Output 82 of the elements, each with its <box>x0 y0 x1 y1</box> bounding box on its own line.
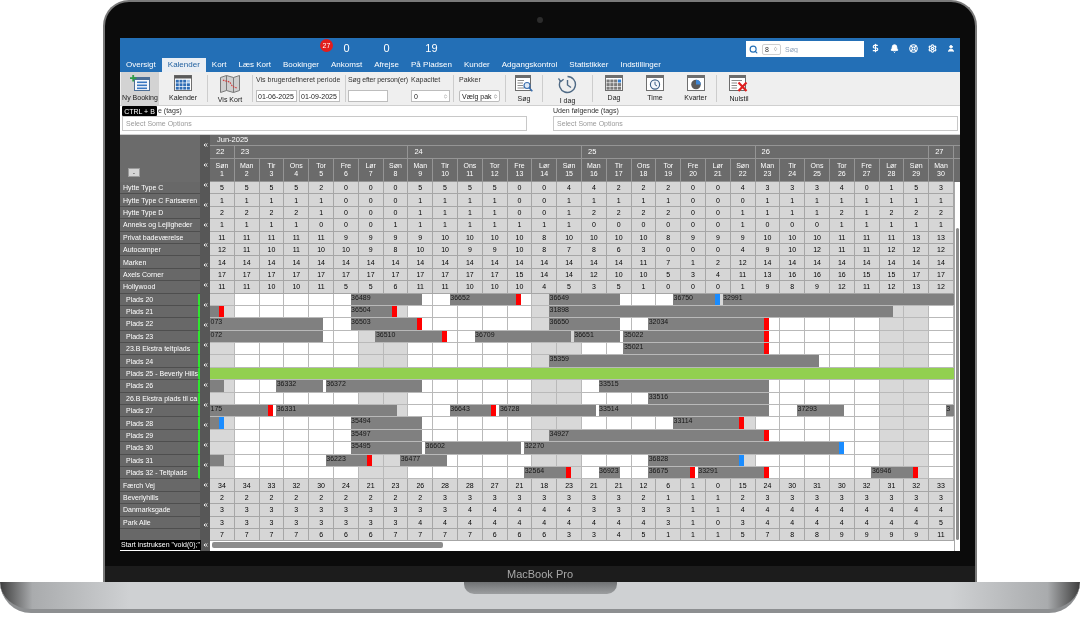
nav-tab[interactable]: Kalender <box>161 58 206 72</box>
double-chevron-left-icon <box>201 242 209 248</box>
search-icon[interactable] <box>749 44 758 54</box>
booking-bar[interactable] <box>425 454 447 466</box>
spinner-icon <box>443 92 448 100</box>
camera-icon <box>537 17 543 23</box>
booking-bar[interactable] <box>821 405 844 417</box>
double-chevron-left-icon <box>201 162 209 168</box>
nav-tab[interactable]: Statistikker <box>563 58 615 72</box>
user-icon[interactable] <box>947 43 955 53</box>
double-chevron-left-icon <box>201 142 209 148</box>
booking-bar[interactable] <box>210 454 224 466</box>
double-chevron-left-icon <box>201 302 209 308</box>
booking-bar[interactable] <box>747 405 770 417</box>
lifebuoy-icon[interactable] <box>909 43 918 53</box>
nav-tab[interactable]: Indstillinger <box>614 58 667 72</box>
scrollbar-thumb[interactable] <box>212 542 443 549</box>
double-chevron-left-icon <box>201 482 209 488</box>
count-text: 0 <box>343 42 350 54</box>
settings-icon[interactable] <box>928 43 937 53</box>
nav-tab[interactable]: Ankomst <box>325 58 369 72</box>
double-chevron-left-icon <box>201 462 209 468</box>
double-chevron-left-icon <box>201 222 209 228</box>
dollar-icon[interactable] <box>871 43 880 53</box>
booking-bar[interactable] <box>350 454 368 466</box>
folded-map-icon <box>220 75 240 93</box>
double-chevron-left-icon <box>201 522 209 528</box>
double-chevron-left-icon <box>201 202 209 208</box>
booking-bar[interactable] <box>400 293 422 305</box>
booking-bar[interactable] <box>598 293 621 305</box>
nav-tab[interactable]: På Pladsen <box>405 58 458 72</box>
booking-bar[interactable] <box>474 405 492 417</box>
document-cross-icon <box>729 75 749 92</box>
clock-icon <box>646 75 664 91</box>
double-chevron-left-icon <box>201 362 209 368</box>
booking-bar[interactable] <box>747 343 765 355</box>
nav-tab[interactable]: Bookinger <box>276 58 325 72</box>
spinner-icon <box>773 46 778 52</box>
count-text: 0 <box>383 42 390 54</box>
booking-bar[interactable] <box>598 318 621 330</box>
document-search-icon <box>515 75 533 92</box>
nav-tab[interactable]: Afrejse <box>368 58 406 72</box>
booking-bar[interactable] <box>499 293 517 305</box>
pie-chart-icon <box>686 75 705 91</box>
nav-tab[interactable]: Oversigt <box>120 58 162 72</box>
double-chevron-left-icon <box>201 182 209 188</box>
booking-bar[interactable] <box>375 405 398 417</box>
spinner-icon <box>493 92 498 100</box>
double-chevron-left-icon <box>201 322 209 328</box>
booking-bar[interactable] <box>747 380 770 392</box>
booking-bar[interactable] <box>697 293 715 305</box>
double-chevron-left-icon <box>201 262 209 268</box>
clock-arrow-icon <box>558 75 577 94</box>
double-chevron-left-icon <box>201 402 209 408</box>
calendar-grid-icon <box>605 75 623 91</box>
booking-bar[interactable] <box>945 293 954 305</box>
list-plus-icon <box>130 75 150 91</box>
person-search-field[interactable] <box>348 90 388 102</box>
double-chevron-left-icon <box>201 502 209 508</box>
double-chevron-left-icon <box>201 382 209 388</box>
scrollbar-thumb[interactable] <box>956 228 959 540</box>
bell-icon[interactable] <box>890 43 899 53</box>
count-text: 19 <box>425 42 438 54</box>
nav-tab[interactable]: Kort <box>205 58 233 72</box>
splitter-bar[interactable] <box>200 135 210 551</box>
double-chevron-left-icon <box>201 442 209 448</box>
booking-bar[interactable] <box>573 405 596 417</box>
booking-bar[interactable] <box>499 442 522 454</box>
double-chevron-left-icon <box>201 422 209 428</box>
double-chevron-left-icon <box>201 282 209 288</box>
booking-bar[interactable] <box>722 454 740 466</box>
notch-icon <box>463 582 617 594</box>
calendar-icon <box>174 75 192 91</box>
double-chevron-left-icon <box>201 542 209 548</box>
nav-tab[interactable]: Læs Kort <box>232 58 277 72</box>
vertical-scrollbar[interactable] <box>954 182 960 551</box>
booking-bar[interactable] <box>251 405 269 417</box>
device-label: MacBook Pro <box>507 568 573 580</box>
nav-tab[interactable]: Kunder <box>457 58 496 72</box>
nav-tab[interactable]: Adgangskontrol <box>495 58 564 72</box>
booking-bar[interactable] <box>210 305 219 318</box>
double-chevron-left-icon <box>201 342 209 348</box>
